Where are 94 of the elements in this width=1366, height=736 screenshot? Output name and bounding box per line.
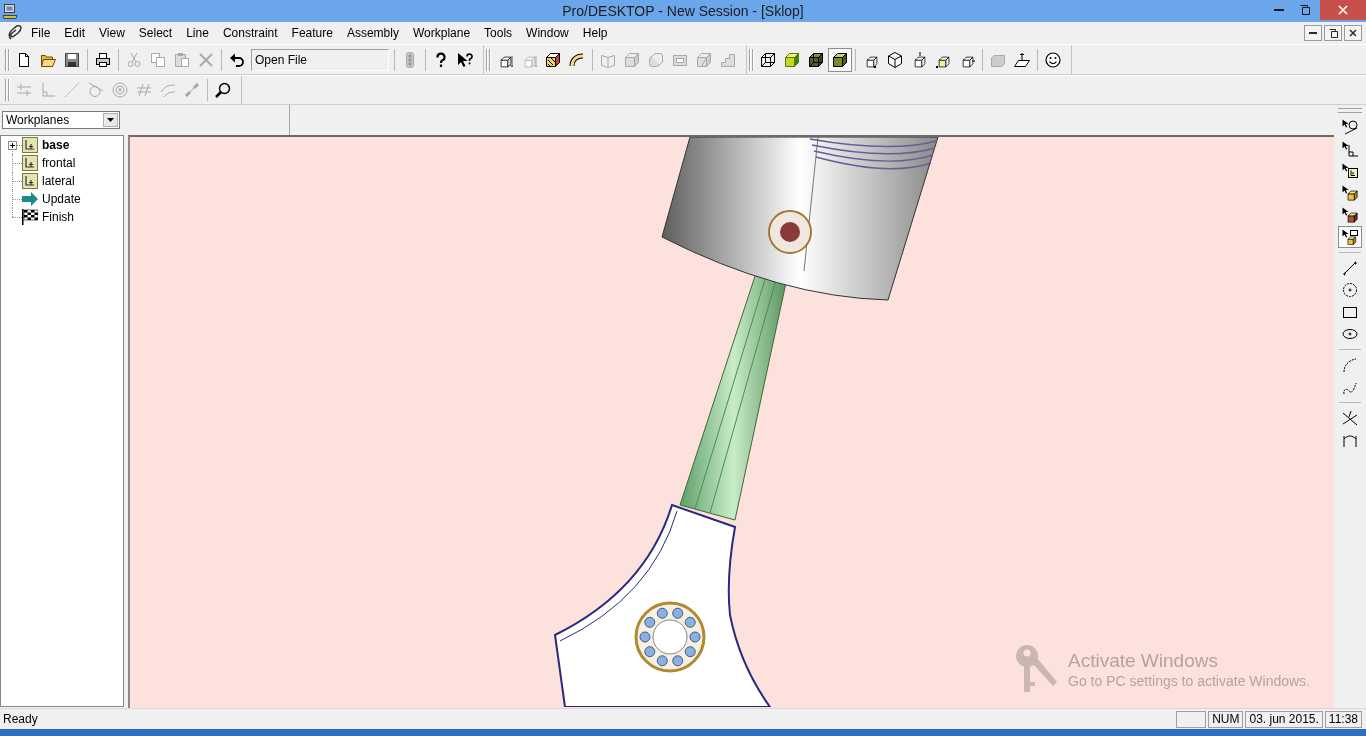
pointer-circle-icon xyxy=(1342,119,1358,135)
pointer-workplane-icon xyxy=(1342,163,1358,179)
command-field[interactable]: Open File xyxy=(251,48,389,71)
plus-icon xyxy=(10,143,15,148)
menu-item[interactable]: Constraint xyxy=(215,23,285,43)
arch-icon xyxy=(1342,432,1358,448)
workplane-icon xyxy=(22,137,38,153)
workplane-dropdown[interactable]: Workplanes xyxy=(2,111,120,129)
tangent-circle-icon xyxy=(88,82,104,98)
right-angle-icon xyxy=(40,82,56,98)
parallel-marks-icon xyxy=(16,82,32,98)
status-pane xyxy=(1176,710,1207,728)
concentric-circles-icon xyxy=(112,82,128,98)
crossing-lines-icon xyxy=(1342,410,1358,426)
cross-icon xyxy=(198,51,214,68)
help-pointer-icon xyxy=(457,51,473,68)
workplane-icon xyxy=(22,173,38,189)
pointer-stacked-boxes-icon xyxy=(1342,229,1358,245)
help-icon xyxy=(433,51,449,68)
workplane-icon xyxy=(22,155,38,171)
magnifier-icon xyxy=(215,82,231,98)
minimize-icon xyxy=(1274,9,1284,11)
pointer-angle-icon xyxy=(1342,141,1358,157)
scissors-icon xyxy=(126,51,142,68)
arrow-icon xyxy=(22,191,38,207)
curved-lines-icon xyxy=(160,82,176,98)
paperclip-icon xyxy=(7,25,23,41)
app-icon xyxy=(2,3,18,19)
diagonal-line-icon xyxy=(64,82,80,98)
menu-item[interactable]: File xyxy=(24,23,58,43)
shaded-cube-icon xyxy=(784,51,800,68)
status-pane: NUM xyxy=(1208,710,1244,728)
caret-down-icon xyxy=(107,118,114,122)
rectangle-icon xyxy=(1342,304,1358,320)
minimize-icon xyxy=(1309,32,1317,34)
pointer-cube-icon xyxy=(1342,185,1358,201)
menu-item[interactable]: Window xyxy=(519,23,576,43)
status-pane: 11:38 xyxy=(1324,710,1362,728)
menu-item[interactable]: Workplane xyxy=(405,23,478,43)
toolbar-button[interactable] xyxy=(828,47,852,72)
restore-button[interactable] xyxy=(1324,25,1342,41)
line-icon xyxy=(1342,260,1358,276)
hash-icon xyxy=(136,82,152,98)
solid-cube-icon xyxy=(832,51,848,68)
cut-cube-icon xyxy=(696,51,712,68)
ellipse-icon xyxy=(1342,326,1358,342)
toolbar-button[interactable] xyxy=(1338,226,1362,248)
circle-icon xyxy=(1342,282,1358,298)
tree-item[interactable]: Update xyxy=(42,190,81,208)
isometric-cube-icon xyxy=(887,51,903,68)
undo-icon xyxy=(229,51,245,68)
bent-pipe-icon xyxy=(569,51,585,68)
checkered-flag-icon xyxy=(22,209,38,225)
copy-icon xyxy=(150,51,166,68)
link-icon xyxy=(184,82,200,98)
minimize-button[interactable] xyxy=(1304,25,1322,41)
arc-icon xyxy=(1342,357,1358,373)
stepped-block-icon xyxy=(720,51,736,68)
menu-item[interactable]: Tools xyxy=(477,23,520,43)
status-text: Ready xyxy=(3,711,38,728)
rounded-box-icon xyxy=(648,51,664,68)
tree-item[interactable]: lateral xyxy=(42,172,75,190)
menu-item[interactable]: View xyxy=(92,23,132,43)
status-pane: 03. jun 2015. xyxy=(1245,710,1323,728)
close-icon xyxy=(1349,29,1357,37)
activation-title: Activate Windows xyxy=(1068,648,1219,672)
cube-icon xyxy=(624,51,640,68)
page-icon xyxy=(16,51,32,68)
key-icon xyxy=(1015,644,1059,694)
menu-item[interactable]: Assembly xyxy=(339,23,406,43)
cube-top-arrow-icon xyxy=(911,51,927,68)
tree-item[interactable]: Finish xyxy=(42,208,74,226)
activation-message: Go to PC settings to activate Windows. xyxy=(1068,671,1310,690)
close-icon xyxy=(1338,5,1348,15)
window-title: Pro/DESKTOP - New Session - [Sklop] xyxy=(562,1,804,21)
edged-cube-icon xyxy=(808,51,824,68)
close-button[interactable] xyxy=(1344,25,1362,41)
menu-item[interactable]: Edit xyxy=(57,23,93,43)
wireframe-cube-icon xyxy=(760,51,776,68)
patterned-solid-icon xyxy=(545,51,561,68)
smiley-icon xyxy=(1045,51,1061,68)
restore-icon xyxy=(1328,28,1338,38)
tree-item[interactable]: frontal xyxy=(42,154,76,172)
expand-button[interactable] xyxy=(8,141,17,150)
tree-item[interactable]: base xyxy=(42,136,70,154)
plane-icon xyxy=(1014,51,1030,68)
printer-icon xyxy=(95,51,111,68)
menu-item[interactable]: Select xyxy=(131,23,180,43)
menu-item[interactable]: Line xyxy=(179,23,216,43)
menu-item[interactable]: Feature xyxy=(284,23,340,43)
restore-icon xyxy=(1300,5,1310,15)
menu-item[interactable]: Help xyxy=(575,23,615,43)
clipboard-icon xyxy=(174,51,190,68)
pointer-hatched-cube-icon xyxy=(1342,207,1358,223)
